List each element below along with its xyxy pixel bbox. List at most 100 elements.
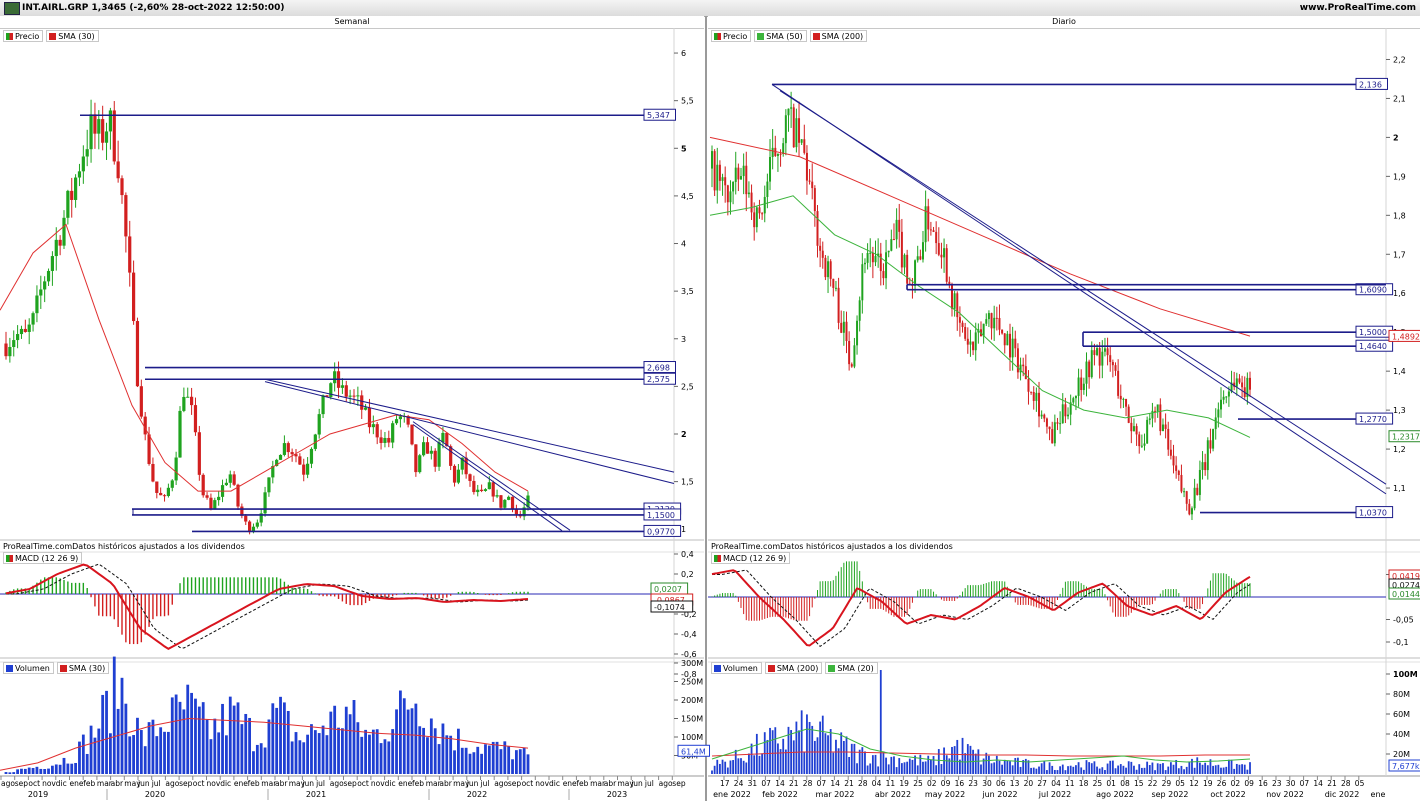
daily-candle [890, 239, 893, 251]
daily-candle [1193, 487, 1196, 509]
day-label: 26 [1217, 779, 1227, 788]
weekly-candle [43, 281, 47, 290]
day-label: 24 [734, 779, 744, 788]
weekly-candle [4, 343, 8, 357]
weekly-candle [205, 495, 209, 498]
legend-vol-sma20[interactable]: SMA (20) [825, 662, 878, 674]
legend-price-daily[interactable]: Precio [711, 30, 752, 42]
legend-sma30[interactable]: SMA (30) [46, 30, 99, 42]
legend-volume-daily[interactable]: Volumen [711, 662, 762, 674]
daily-candle [1125, 398, 1128, 407]
month-label: abr [275, 779, 288, 788]
daily-volume-bar [1217, 764, 1220, 774]
daily-volume-bar [869, 763, 872, 774]
daily-volume-bar [1127, 761, 1130, 774]
month-label: abr [604, 779, 617, 788]
daily-volume-bar [1243, 764, 1246, 774]
legend-sma200[interactable]: SMA (200) [809, 30, 868, 42]
chart-canvas[interactable]: 6 5,5 5 4,5 4 3,5 3 2,5 2 1,5 1 5,347 2,698 2,575 1,2 1… [0, 0, 1420, 801]
day-label: 11 [1065, 779, 1075, 788]
month-label: dic 2022 [1325, 790, 1360, 799]
daily-candle [964, 326, 967, 339]
daily-volume-bar [1133, 765, 1135, 774]
weekly-volume-bar [248, 717, 251, 774]
day-label: 13 [1010, 779, 1020, 788]
daily-volume-bar [911, 759, 914, 774]
daily-volume-bar [966, 744, 969, 774]
day-label: 25 [1093, 779, 1103, 788]
weekly-candle [77, 171, 82, 178]
daily-volume-bar [827, 735, 829, 774]
weekly-candle [499, 495, 503, 508]
weekly-candle [166, 487, 170, 496]
daily-candle [950, 285, 953, 309]
daily-volume-bar [1119, 764, 1122, 774]
daily-volume-bar [1172, 764, 1175, 774]
weekly-candle [217, 496, 221, 501]
daily-volume-bar [988, 755, 990, 774]
legend-price-label: Precio [723, 31, 748, 41]
legend-volume[interactable]: Volumen [3, 662, 54, 674]
daily-candle [761, 213, 764, 215]
legend-sma50[interactable]: SMA (50) [754, 30, 807, 42]
daily-volume-bar [871, 755, 874, 774]
day-label: 30 [1286, 779, 1296, 788]
volume-tick-label: 300M [681, 659, 703, 668]
daily-candle [763, 196, 766, 214]
daily-volume-bar [769, 727, 771, 774]
day-label: 04 [1051, 779, 1061, 788]
daily-volume-bar [1009, 761, 1011, 774]
price-tick-label: 1,3 [1393, 406, 1406, 415]
daily-volume-bar [1230, 759, 1233, 774]
daily-candle [995, 317, 998, 319]
month-label: sep [344, 779, 358, 788]
day-label: 23 [1272, 779, 1282, 788]
level-label: 2,698 [647, 364, 670, 373]
weekly-candle [85, 149, 89, 157]
daily-candle [842, 321, 845, 333]
month-label: abr [439, 779, 452, 788]
weekly-volume-bar [66, 763, 70, 774]
day-label: 29 [1162, 779, 1172, 788]
legend-vol-sma[interactable]: SMA (30) [56, 662, 110, 674]
daily-candle [1138, 434, 1141, 447]
daily-volume-bar [761, 753, 764, 774]
weekly-volume-bar [499, 749, 503, 774]
legend-macd-daily[interactable]: MACD (12 26 9) [711, 552, 791, 564]
macd-tick-label: -0,4 [681, 630, 697, 639]
daily-candle [1027, 379, 1030, 392]
daily-volume-bar [845, 736, 848, 774]
month-label: jul 2022 [1038, 790, 1071, 799]
month-label: mar 2022 [816, 790, 855, 799]
daily-candle [1190, 508, 1193, 515]
daily-candle [1185, 491, 1188, 504]
legend-price[interactable]: Precio [3, 30, 44, 42]
daily-volume-bar [1059, 766, 1062, 774]
daily-volume-bar [777, 743, 779, 774]
macd-value: -0,1074 [654, 603, 685, 612]
daily-volume-bar [816, 737, 819, 774]
daily-volume-bar [885, 757, 887, 774]
weekly-candle [255, 522, 259, 527]
daily-volume-bar [1038, 766, 1040, 774]
daily-volume-bar [940, 764, 943, 774]
daily-volume-bar [898, 758, 901, 774]
daily-candle [1225, 396, 1228, 398]
legend-macd[interactable]: MACD (12 26 9) [3, 552, 83, 564]
weekly-volume-bar [259, 743, 263, 774]
weekly-candle [487, 482, 491, 490]
price-tick-label: 4 [681, 240, 686, 249]
daily-volume-bar [726, 767, 729, 774]
daily-candle [758, 207, 761, 214]
weekly-candle [507, 496, 511, 500]
day-label: 23 [968, 779, 978, 788]
daily-volume-bar [1214, 765, 1217, 774]
volume-value: 7,677k [1392, 762, 1420, 771]
weekly-volume-bar [62, 757, 66, 774]
legend-vol-sma200[interactable]: SMA (200) [764, 662, 823, 674]
daily-volume-bar [964, 753, 967, 774]
weekly-candle [398, 416, 402, 420]
weekly-volume-bar [368, 734, 371, 774]
daily-candle [1146, 419, 1149, 444]
daily-volume-bar [1040, 763, 1043, 774]
